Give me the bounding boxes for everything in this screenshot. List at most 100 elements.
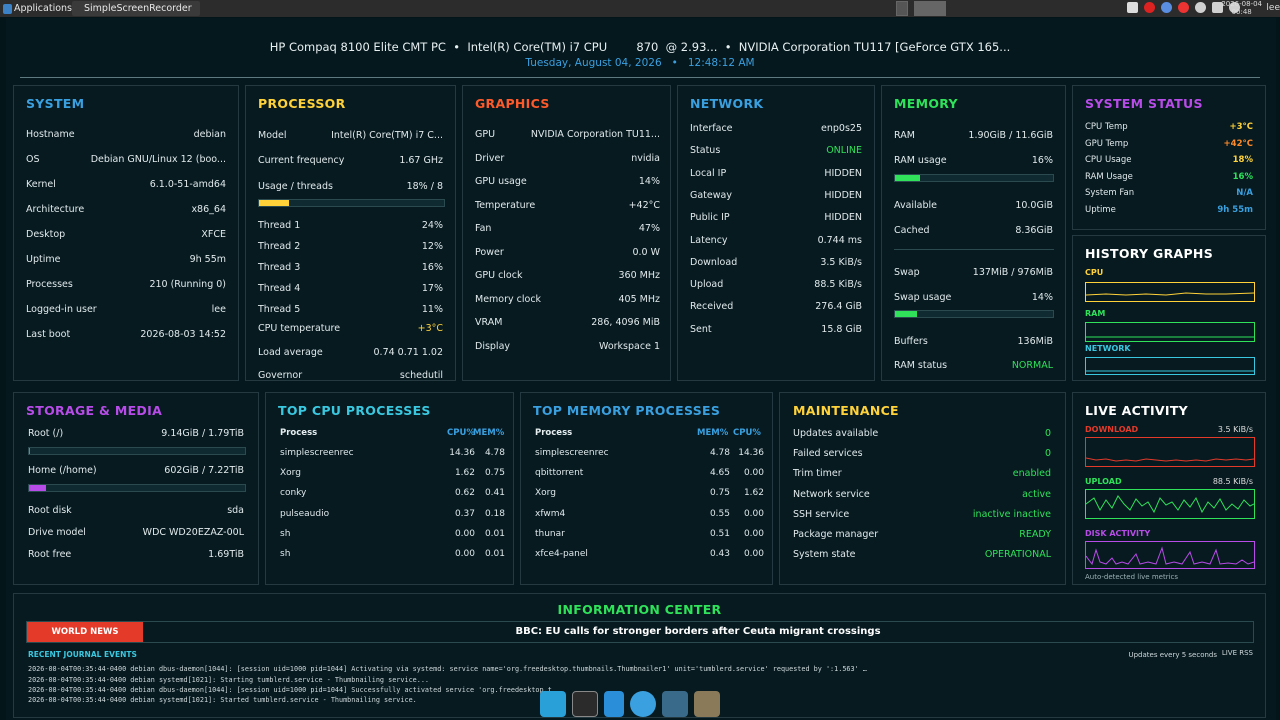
table-cell-value-a: 0.62	[454, 488, 475, 499]
notes-icon[interactable]	[1127, 2, 1138, 13]
network-icon[interactable]	[1161, 2, 1172, 13]
system-panel: SYSTEM Hostname debian OS Debian GNU/Linux …	[13, 85, 239, 381]
processor-title: PROCESSOR	[258, 96, 346, 111]
ram-usage-bar-fill	[895, 175, 920, 181]
network-local-ip-label: Local IP	[690, 167, 727, 179]
table-cell-value-b: 0.00	[743, 549, 764, 559]
status-system-fan-value: N/A	[1236, 188, 1253, 198]
ram-usage-bar	[894, 174, 1054, 182]
table-cell-value-b: 0.01	[484, 528, 505, 539]
status-gpu-temp-value: +42°C	[1223, 138, 1253, 149]
top-memory-panel: TOP MEMORY PROCESSES Process MEM% CPU% s…	[520, 392, 773, 585]
table-cell-value-b: 0.00	[743, 528, 764, 539]
taskbar-item-simplescreenrecorder[interactable]: SimpleScreenRecorder	[72, 1, 200, 16]
user-menu[interactable]: lee	[1266, 3, 1280, 13]
root-usage-bar	[28, 447, 246, 455]
system-last-boot-value: 2026-08-03 14:52	[140, 329, 226, 340]
gpu-memory-clock-label: Memory clock	[475, 293, 542, 305]
upload-graph-line	[1085, 495, 1255, 514]
disk-graph-label: DISK ACTIVITY	[1085, 529, 1151, 538]
ram-history-line	[1086, 336, 1254, 338]
table-cell-value-b: 1.62	[743, 488, 764, 499]
cpu-frequency-value: 1.67 GHz	[399, 155, 443, 166]
cpu-usage-bar	[258, 199, 445, 207]
upload-graph	[1085, 489, 1255, 519]
applications-menu[interactable]: Applications	[0, 3, 72, 14]
table-cell-process-name: Xorg	[280, 468, 301, 479]
applications-label: Applications	[13, 3, 72, 14]
network-local-ip-value: HIDDEN	[824, 167, 862, 179]
system-kernel-value: 6.1.0-51-amd64	[149, 179, 226, 190]
system-kernel-label: Kernel	[26, 179, 56, 190]
network-graph-label: NETWORK	[1085, 344, 1131, 353]
desktop-icon[interactable]	[540, 691, 566, 717]
system-desktop-label: Desktop	[26, 229, 66, 240]
graphics-panel: GRAPHICS GPU NVIDIA Corporation TU11... Dr…	[462, 85, 671, 381]
table-cell-value-a: 0.75	[709, 488, 730, 499]
file-editor-icon[interactable]	[604, 691, 624, 717]
browser-icon[interactable]	[630, 691, 656, 717]
system-desktop-value: XFCE	[201, 229, 226, 240]
maintenance-package-manager-value: READY	[1019, 529, 1051, 540]
table-cell-value-a: 14.36	[449, 448, 475, 458]
terminal-icon[interactable]	[572, 691, 598, 717]
gpu-power-value: 0.0 W	[632, 246, 660, 258]
maintenance-package-manager-label: Package manager	[793, 529, 879, 540]
available-label: Available	[894, 200, 938, 211]
search-icon[interactable]	[662, 691, 688, 717]
buffers-value: 136MiB	[1017, 336, 1054, 347]
gpu-power-label: Power	[475, 246, 504, 258]
gpu-gpu-usage-value: 14%	[638, 176, 660, 187]
network-panel: NETWORK Interface enp0s25 Status ONLINE Loca…	[677, 85, 875, 381]
network-upload-value: 88.5 KiB/s	[814, 279, 862, 291]
news-headline[interactable]: BBC: EU calls for stronger borders after…	[143, 622, 1253, 642]
gpu-fan-label: Fan	[475, 223, 492, 234]
maintenance-failed-services-value: 0	[1044, 448, 1051, 460]
status-system-fan-label: System Fan	[1085, 188, 1135, 198]
status-cpu-usage-value: 18%	[1232, 155, 1253, 165]
status-uptime-label: Uptime	[1085, 204, 1116, 215]
home-usage-bar-fill	[29, 485, 46, 491]
network-gateway-value: HIDDEN	[824, 189, 862, 201]
gpu-temperature-value: +42°C	[628, 199, 660, 211]
cpu-history-line	[1085, 292, 1255, 296]
maintenance-failed-services-label: Failed services	[793, 448, 863, 460]
governor-label: Governor	[258, 370, 303, 381]
updates-note: Updates every 5 seconds	[1128, 651, 1217, 659]
table-cell-process-name: pulseaudio	[280, 508, 330, 519]
network-title: NETWORK	[690, 96, 764, 111]
folder-icon[interactable]	[694, 691, 720, 717]
maintenance-system-state-label: System state	[793, 549, 856, 561]
table-cell-process-name: xfce4-panel	[535, 549, 588, 559]
taskbar-item-label: SimpleScreenRecorder	[84, 3, 192, 14]
world-news-badge: WORLD NEWS	[27, 622, 143, 642]
live-activity-title: LIVE ACTIVITY	[1085, 403, 1189, 418]
record-icon[interactable]	[1144, 2, 1155, 13]
system-os-value: Debian GNU/Linux 12 (boo...	[90, 154, 226, 165]
cpu-model-label: Model	[258, 130, 287, 141]
top-cpu-header-mem: MEM%	[473, 428, 505, 438]
top-memory-header-cpu: CPU%	[733, 428, 761, 438]
volume-icon[interactable]	[1195, 2, 1206, 13]
workspace-1[interactable]	[896, 1, 908, 16]
table-cell-value-a: 0.43	[709, 549, 730, 559]
gpu-display-value: Workspace 1	[599, 340, 660, 352]
maintenance-network-service-label: Network service	[793, 488, 870, 500]
table-cell-value-a: 4.78	[709, 448, 730, 458]
gpu-gpu-clock-value: 360 MHz	[618, 270, 660, 281]
cpu-model-value: Intel(R) Core(TM) i7 C...	[331, 130, 443, 141]
network-received-value: 276.4 GiB	[815, 301, 862, 313]
table-cell-value-b: 0.00	[743, 508, 764, 519]
upload-graph-value: 88.5 KiB/s	[1212, 477, 1253, 486]
top-memory-title: TOP MEMORY PROCESSES	[533, 403, 721, 418]
news-ticker: WORLD NEWS BBC: EU calls for stronger bo…	[26, 621, 1254, 643]
system-os-label: OS	[26, 154, 40, 165]
network-gateway-label: Gateway	[690, 189, 732, 201]
system-architecture-value: x86_64	[191, 204, 226, 215]
clock[interactable]: 2026-08-04 00:48	[1221, 0, 1262, 16]
workspace-2[interactable]	[914, 1, 946, 16]
network-sent-label: Sent	[690, 323, 712, 335]
power-icon[interactable]	[1178, 2, 1189, 13]
swap-usage-label: Swap usage	[894, 292, 952, 303]
thread-2-value: 12%	[421, 241, 443, 252]
